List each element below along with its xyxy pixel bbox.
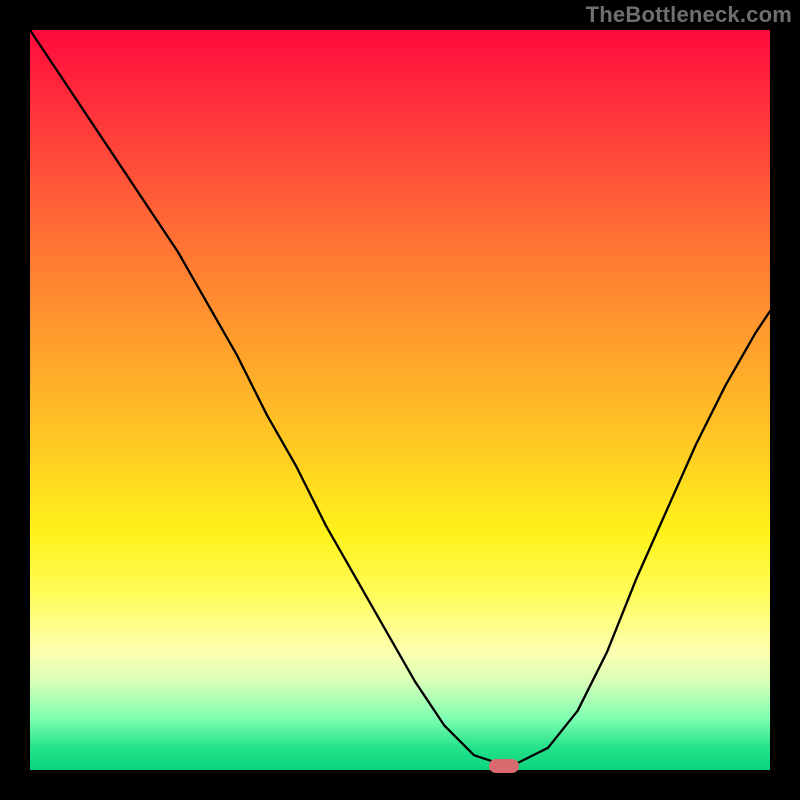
chart-frame: TheBottleneck.com <box>0 0 800 800</box>
optimal-point-marker <box>489 759 519 773</box>
bottleneck-curve <box>30 30 770 770</box>
watermark-text: TheBottleneck.com <box>586 2 792 28</box>
plot-area <box>30 30 770 770</box>
